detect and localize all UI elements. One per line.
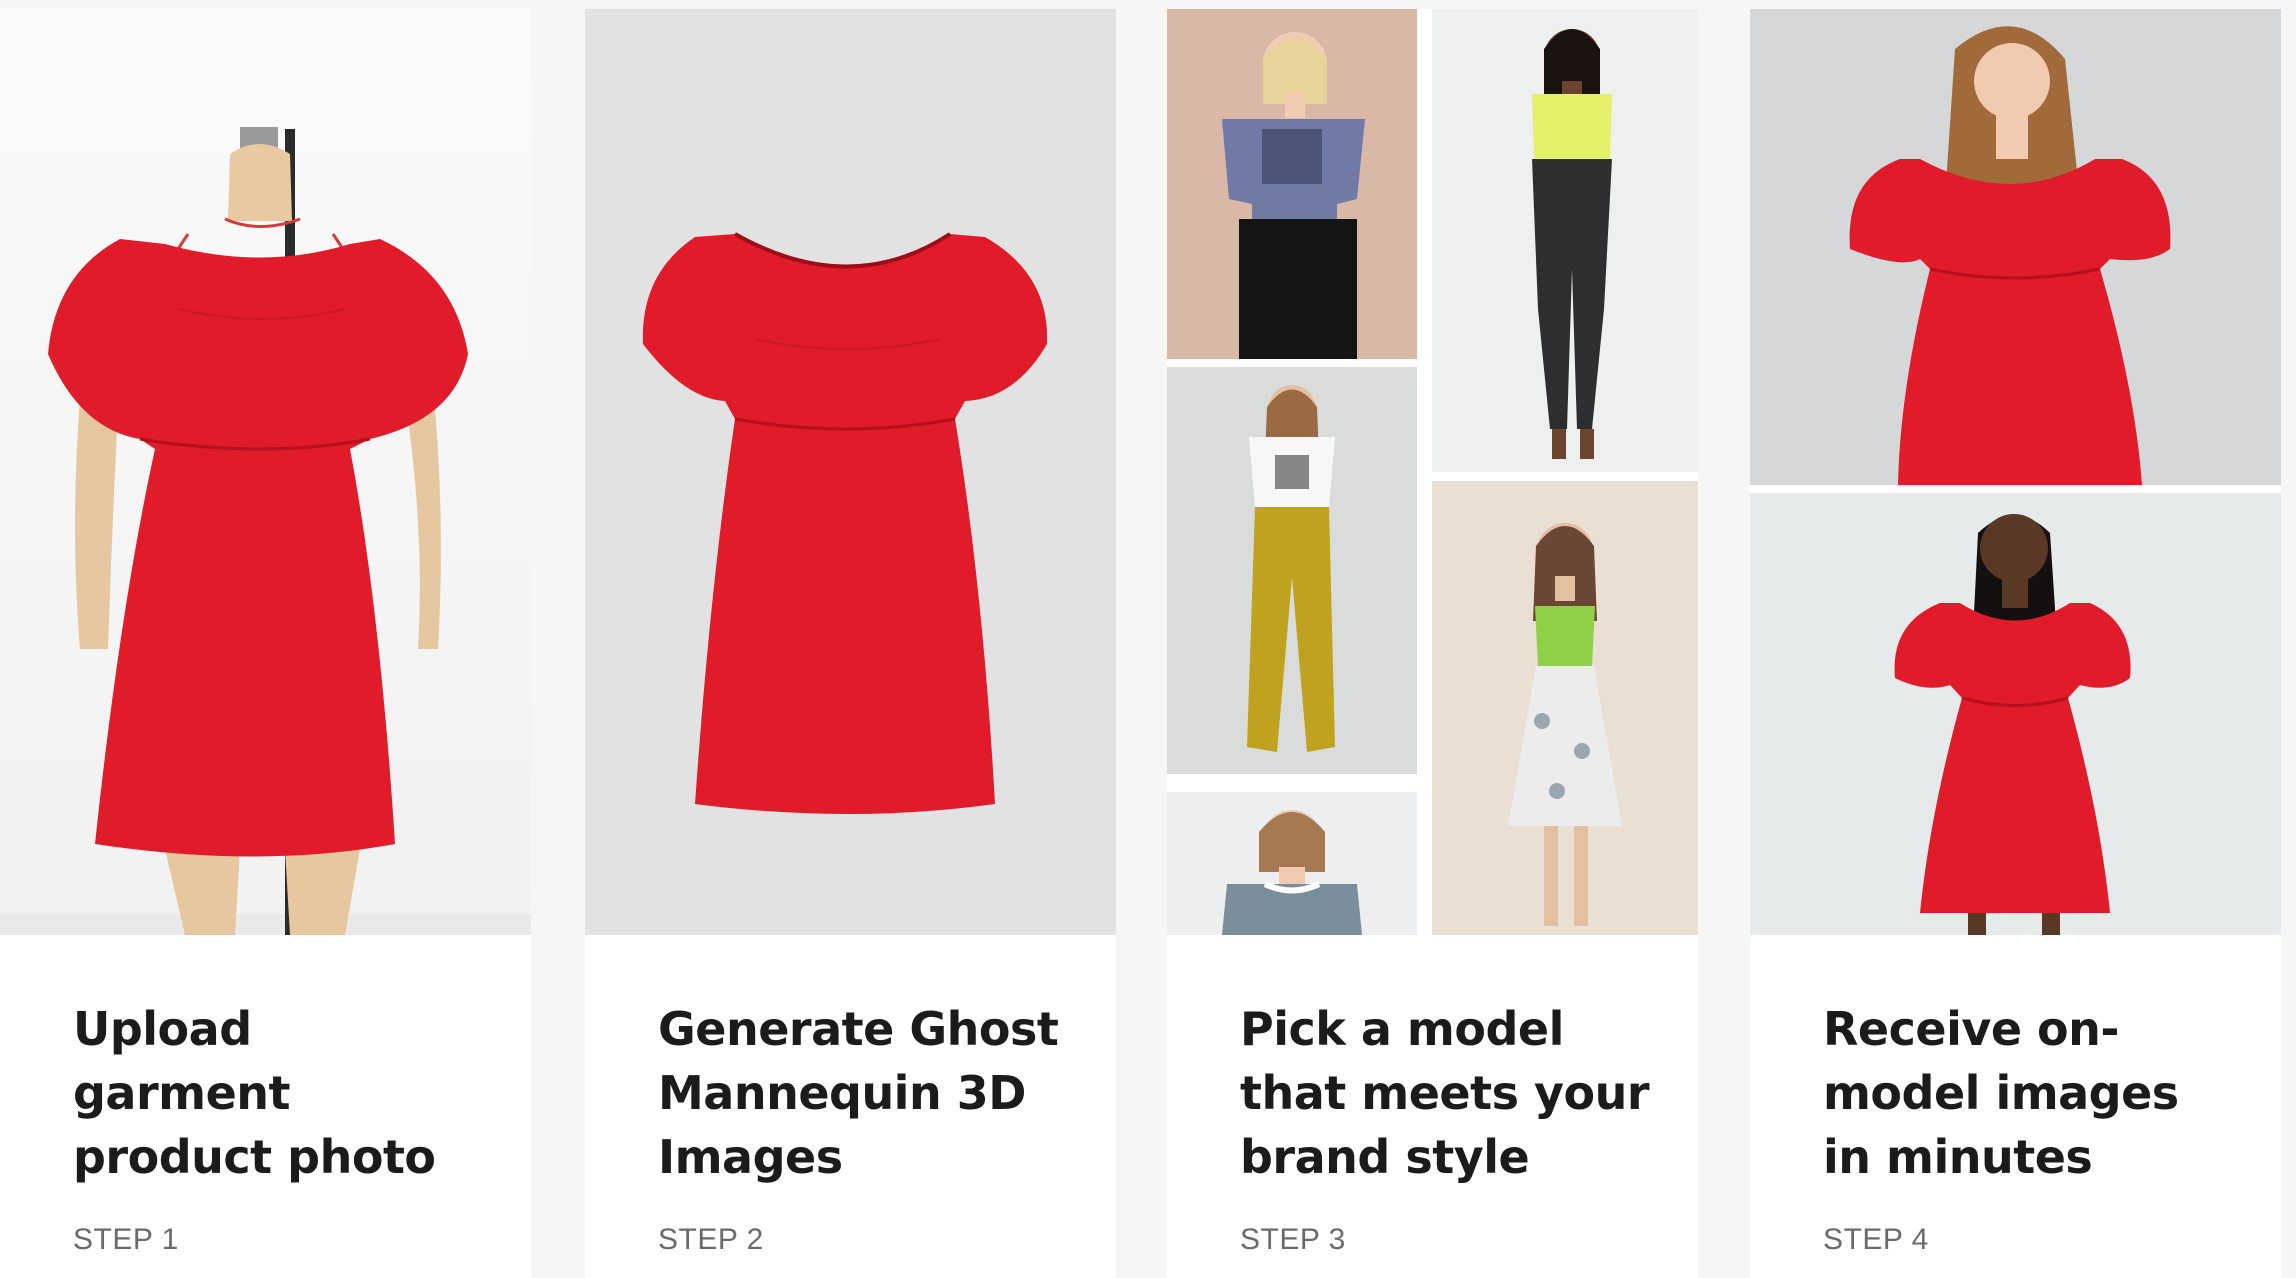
step-1-label: STEP 1 <box>73 1223 179 1256</box>
step-3-title: Pick a model that meets your brand style <box>1240 1002 1650 1184</box>
model-tile-yellow-pants[interactable] <box>1167 367 1417 774</box>
step-2-title: Generate Ghost Mannequin 3D Images <box>658 1002 1059 1184</box>
result-model-2[interactable] <box>1750 493 2281 935</box>
result-model-1[interactable] <box>1750 9 2281 485</box>
step-4-title: Receive on- model images in minutes <box>1823 1002 2179 1184</box>
step-3-image <box>1167 9 1698 935</box>
step-card-2[interactable]: Generate Ghost Mannequin 3D Images STEP … <box>585 9 1116 1278</box>
step-card-1[interactable]: Upload garment product photo STEP 1 <box>0 9 531 1278</box>
model-tile-green-top[interactable] <box>1432 481 1698 935</box>
step-4-label: STEP 4 <box>1823 1223 1929 1256</box>
step-1-title: Upload garment product photo <box>73 1002 436 1184</box>
step-4-image <box>1750 9 2281 935</box>
model-tile-yellow-top[interactable] <box>1432 9 1698 472</box>
step-2-image <box>585 9 1116 935</box>
model-tile-blue-tee[interactable] <box>1167 9 1417 359</box>
step-2-label: STEP 2 <box>658 1223 764 1256</box>
step-3-label: STEP 3 <box>1240 1223 1346 1256</box>
step-card-4[interactable]: Receive on- model images in minutes STEP… <box>1750 9 2281 1278</box>
model-tile-ringer-tee[interactable] <box>1167 792 1417 935</box>
step-card-3[interactable]: Pick a model that meets your brand style… <box>1167 9 1698 1278</box>
step-1-image <box>0 9 531 935</box>
